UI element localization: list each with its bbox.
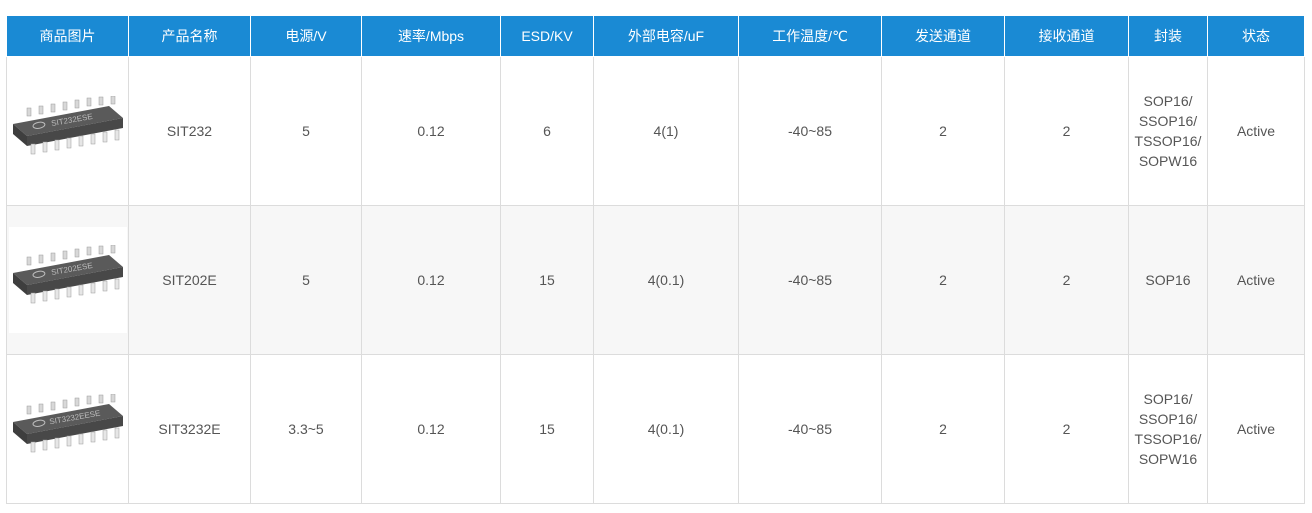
header-tx-channels: 发送通道: [881, 16, 1005, 57]
capacitor-cell: 4(1): [593, 56, 739, 206]
product-table: 商品图片 产品名称 电源/V 速率/Mbps ESD/KV 外部电容/uF 工作…: [6, 16, 1305, 504]
power-cell: 5: [250, 56, 362, 206]
header-capacitor: 外部电容/uF: [593, 16, 739, 57]
package-cell: SOP16/ SSOP16/ TSSOP16/ SOPW16: [1128, 56, 1208, 206]
rx-channels-cell: 2: [1004, 205, 1129, 355]
product-image-cell: SIT202ESE: [6, 205, 129, 355]
header-status: 状态: [1207, 16, 1305, 57]
soic16-chip-icon: SIT232ESE: [12, 96, 123, 155]
product-image-cell: SIT3232EESE: [6, 354, 129, 504]
temperature-cell: -40~85: [738, 205, 882, 355]
tx-channels-cell: 2: [881, 354, 1005, 504]
header-package: 封装: [1128, 16, 1208, 57]
table-row: SIT3232EESE SIT3232E 3.3~5 0.12 15 4(0.1…: [6, 354, 1305, 504]
product-name-cell[interactable]: SIT232: [128, 56, 251, 206]
product-image[interactable]: SIT232ESE: [8, 78, 127, 184]
rate-cell: 0.12: [361, 56, 501, 206]
table-row: SIT202ESE SIT202E 5 0.12 15 4(0.1) -40~8…: [6, 205, 1305, 355]
esd-cell: 15: [500, 205, 594, 355]
rate-cell: 0.12: [361, 354, 501, 504]
tx-channels-cell: 2: [881, 56, 1005, 206]
product-image[interactable]: SIT3232EESE: [8, 376, 127, 482]
header-product-name: 产品名称: [128, 16, 251, 57]
rx-channels-cell: 2: [1004, 354, 1129, 504]
package-cell: SOP16/ SSOP16/ TSSOP16/ SOPW16: [1128, 354, 1208, 504]
header-rx-channels: 接收通道: [1004, 16, 1129, 57]
product-image[interactable]: SIT202ESE: [8, 227, 127, 333]
status-cell: Active: [1207, 205, 1305, 355]
capacitor-cell: 4(0.1): [593, 205, 739, 355]
table-header-row: 商品图片 产品名称 电源/V 速率/Mbps ESD/KV 外部电容/uF 工作…: [6, 16, 1305, 57]
product-name-cell[interactable]: SIT3232E: [128, 354, 251, 504]
power-cell: 5: [250, 205, 362, 355]
product-table-container: 商品图片 产品名称 电源/V 速率/Mbps ESD/KV 外部电容/uF 工作…: [6, 16, 1305, 504]
package-cell: SOP16: [1128, 205, 1208, 355]
power-cell: 3.3~5: [250, 354, 362, 504]
header-product-image: 商品图片: [6, 16, 129, 57]
temperature-cell: -40~85: [738, 354, 882, 504]
esd-cell: 15: [500, 354, 594, 504]
esd-cell: 6: [500, 56, 594, 206]
temperature-cell: -40~85: [738, 56, 882, 206]
capacitor-cell: 4(0.1): [593, 354, 739, 504]
header-rate: 速率/Mbps: [361, 16, 501, 57]
product-name-cell[interactable]: SIT202E: [128, 205, 251, 355]
tx-channels-cell: 2: [881, 205, 1005, 355]
header-power: 电源/V: [250, 16, 362, 57]
rate-cell: 0.12: [361, 205, 501, 355]
soic16-chip-icon: SIT3232EESE: [12, 394, 123, 453]
header-esd: ESD/KV: [500, 16, 594, 57]
table-row: SIT232ESE SIT232 5 0.12 6 4(1) -40~85 2 …: [6, 56, 1305, 206]
product-image-cell: SIT232ESE: [6, 56, 129, 206]
rx-channels-cell: 2: [1004, 56, 1129, 206]
status-cell: Active: [1207, 354, 1305, 504]
header-temperature: 工作温度/℃: [738, 16, 882, 57]
soic16-chip-icon: SIT202ESE: [12, 245, 123, 304]
status-cell: Active: [1207, 56, 1305, 206]
